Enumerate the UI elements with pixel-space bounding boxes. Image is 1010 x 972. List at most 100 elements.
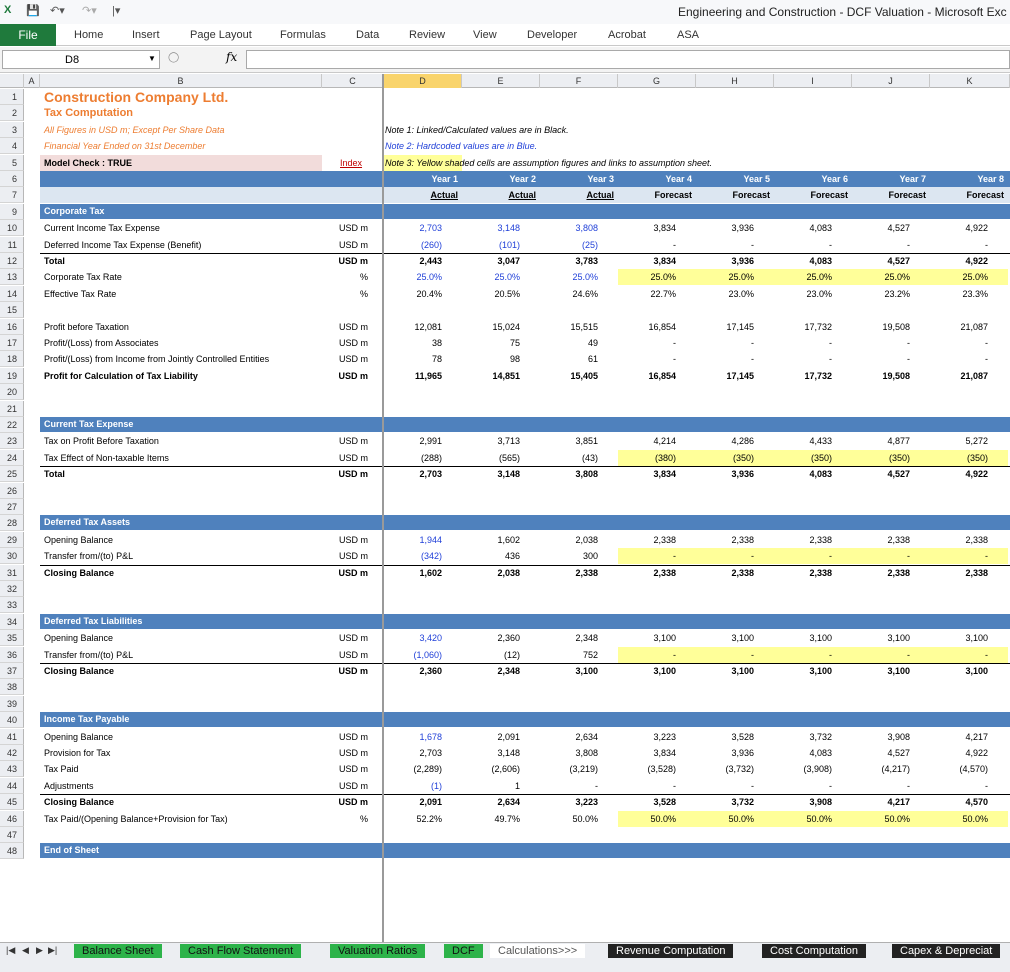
value-cell[interactable]: (4,570) bbox=[930, 761, 988, 777]
column-header-f[interactable]: F bbox=[540, 74, 618, 88]
value-cell[interactable]: 3,936 bbox=[696, 253, 754, 269]
value-cell[interactable]: 3,936 bbox=[696, 220, 754, 236]
value-cell[interactable]: 2,360 bbox=[384, 663, 442, 679]
value-cell[interactable]: 50.0% bbox=[696, 811, 754, 827]
value-cell[interactable]: 4,922 bbox=[930, 466, 988, 482]
value-cell[interactable]: 25.0% bbox=[462, 269, 520, 285]
row-header-36[interactable]: 36 bbox=[0, 646, 24, 663]
value-cell[interactable]: (350) bbox=[696, 450, 754, 466]
value-cell[interactable]: 52.2% bbox=[384, 811, 442, 827]
row-header-15[interactable]: 15 bbox=[0, 302, 24, 319]
value-cell[interactable]: (1) bbox=[384, 778, 442, 794]
value-cell[interactable]: 3,148 bbox=[462, 466, 520, 482]
value-cell[interactable]: (3,732) bbox=[696, 761, 754, 777]
value-cell[interactable]: 4,217 bbox=[852, 794, 910, 810]
value-cell[interactable]: 3,834 bbox=[618, 253, 676, 269]
value-cell[interactable]: 3,100 bbox=[852, 663, 910, 679]
row-header-39[interactable]: 39 bbox=[0, 695, 24, 712]
value-cell[interactable]: 3,732 bbox=[696, 794, 754, 810]
row-header-41[interactable]: 41 bbox=[0, 728, 24, 745]
value-cell[interactable]: - bbox=[696, 548, 754, 564]
value-cell[interactable]: 1 bbox=[462, 778, 520, 794]
value-cell[interactable]: (350) bbox=[774, 450, 832, 466]
value-cell[interactable]: 2,634 bbox=[462, 794, 520, 810]
sheet-tab-balance-sheet[interactable]: Balance Sheet bbox=[74, 944, 162, 958]
row-header-6[interactable]: 6 bbox=[0, 171, 24, 187]
value-cell[interactable]: 3,148 bbox=[462, 220, 520, 236]
value-cell[interactable]: 25.0% bbox=[774, 269, 832, 285]
value-cell[interactable]: - bbox=[930, 335, 988, 351]
value-cell[interactable]: 17,732 bbox=[774, 319, 832, 335]
tab-developer[interactable]: Developer bbox=[527, 29, 577, 41]
value-cell[interactable]: 2,038 bbox=[540, 532, 598, 548]
value-cell[interactable]: (3,908) bbox=[774, 761, 832, 777]
value-cell[interactable]: 98 bbox=[462, 351, 520, 367]
value-cell[interactable]: (565) bbox=[462, 450, 520, 466]
value-cell[interactable]: 3,936 bbox=[696, 466, 754, 482]
value-cell[interactable]: 2,703 bbox=[384, 220, 442, 236]
value-cell[interactable]: - bbox=[618, 335, 676, 351]
row-header-29[interactable]: 29 bbox=[0, 531, 24, 548]
value-cell[interactable]: 14,851 bbox=[462, 368, 520, 384]
value-cell[interactable]: 25.0% bbox=[930, 269, 988, 285]
value-cell[interactable]: 3,100 bbox=[852, 630, 910, 646]
value-cell[interactable]: 2,091 bbox=[384, 794, 442, 810]
value-cell[interactable]: 2,443 bbox=[384, 253, 442, 269]
value-cell[interactable]: 1,678 bbox=[384, 729, 442, 745]
value-cell[interactable]: (4,217) bbox=[852, 761, 910, 777]
tab-view[interactable]: View bbox=[473, 29, 497, 41]
row-header-14[interactable]: 14 bbox=[0, 285, 24, 302]
sheet-tab-revenue-computation[interactable]: Revenue Computation bbox=[608, 944, 734, 958]
row-header-5[interactable]: 5 bbox=[0, 154, 24, 171]
value-cell[interactable]: 23.0% bbox=[774, 286, 832, 302]
value-cell[interactable]: - bbox=[930, 647, 988, 663]
value-cell[interactable]: 4,922 bbox=[930, 253, 988, 269]
sheet-tab-cost-computation[interactable]: Cost Computation bbox=[762, 944, 867, 958]
row-header-22[interactable]: 22 bbox=[0, 417, 24, 433]
value-cell[interactable]: 25.0% bbox=[540, 269, 598, 285]
value-cell[interactable]: 3,732 bbox=[774, 729, 832, 745]
value-cell[interactable]: 15,024 bbox=[462, 319, 520, 335]
value-cell[interactable]: (12) bbox=[462, 647, 520, 663]
value-cell[interactable]: 2,338 bbox=[930, 532, 988, 548]
row-header-26[interactable]: 26 bbox=[0, 482, 24, 499]
value-cell[interactable]: 50.0% bbox=[618, 811, 676, 827]
value-cell[interactable]: 3,808 bbox=[540, 466, 598, 482]
value-cell[interactable]: 50.0% bbox=[540, 811, 598, 827]
value-cell[interactable]: 24.6% bbox=[540, 286, 598, 302]
value-cell[interactable]: 12,081 bbox=[384, 319, 442, 335]
value-cell[interactable]: 1,602 bbox=[462, 532, 520, 548]
row-header-42[interactable]: 42 bbox=[0, 745, 24, 761]
value-cell[interactable]: 3,100 bbox=[774, 630, 832, 646]
value-cell[interactable]: 3,908 bbox=[852, 729, 910, 745]
value-cell[interactable]: - bbox=[774, 548, 832, 564]
value-cell[interactable]: 4,570 bbox=[930, 794, 988, 810]
value-cell[interactable]: 4,527 bbox=[852, 466, 910, 482]
value-cell[interactable]: - bbox=[774, 351, 832, 367]
row-header-13[interactable]: 13 bbox=[0, 269, 24, 286]
row-header-45[interactable]: 45 bbox=[0, 794, 24, 811]
row-header-25[interactable]: 25 bbox=[0, 466, 24, 483]
value-cell[interactable]: - bbox=[774, 237, 832, 253]
value-cell[interactable]: 2,703 bbox=[384, 745, 442, 761]
value-cell[interactable]: - bbox=[618, 548, 676, 564]
value-cell[interactable]: 2,038 bbox=[462, 565, 520, 581]
value-cell[interactable]: 3,808 bbox=[540, 745, 598, 761]
sheet-tab-capex-depreciation[interactable]: Capex & Depreciat bbox=[892, 944, 1001, 958]
insert-function-icon[interactable]: fx bbox=[226, 50, 237, 64]
value-cell[interactable]: 15,515 bbox=[540, 319, 598, 335]
value-cell[interactable]: 2,338 bbox=[696, 532, 754, 548]
value-cell[interactable]: 752 bbox=[540, 647, 598, 663]
value-cell[interactable]: 3,834 bbox=[618, 745, 676, 761]
sheet-tab-valuation-ratios[interactable]: Valuation Ratios bbox=[330, 944, 426, 958]
value-cell[interactable]: 4,877 bbox=[852, 433, 910, 449]
value-cell[interactable]: 25.0% bbox=[852, 269, 910, 285]
row-header-34[interactable]: 34 bbox=[0, 613, 24, 630]
value-cell[interactable]: 25.0% bbox=[696, 269, 754, 285]
value-cell[interactable]: - bbox=[852, 778, 910, 794]
name-box-dropdown-icon[interactable]: ▼ bbox=[148, 54, 156, 63]
value-cell[interactable]: 2,338 bbox=[930, 565, 988, 581]
sheet-tab-dcf[interactable]: DCF bbox=[444, 944, 483, 958]
tab-formulas[interactable]: Formulas bbox=[280, 29, 326, 41]
value-cell[interactable]: (342) bbox=[384, 548, 442, 564]
